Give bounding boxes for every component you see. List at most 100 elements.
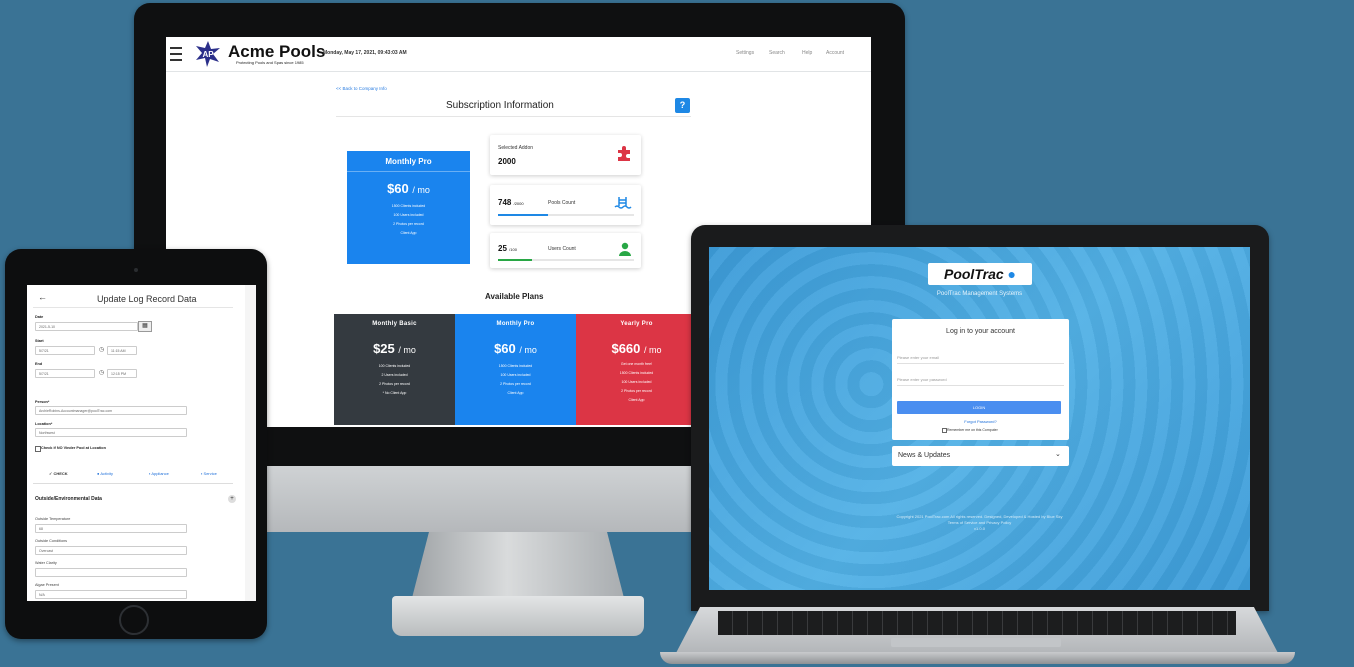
pools-count-value: 748 /2000	[498, 198, 524, 207]
remember-me-label: Remember me on this Computer	[947, 428, 998, 432]
nav-help[interactable]: Help	[802, 50, 812, 56]
tab-activity[interactable]: ● Activity	[97, 471, 113, 476]
person-select[interactable]: ArchieRobins-Accountmanager@poolTrac.com	[35, 406, 187, 415]
footer: Copyright 2021 PoolTrac.com All rights r…	[849, 514, 1110, 532]
tab-appliance[interactable]: ▪ Appliance	[149, 471, 169, 476]
end-date-input[interactable]: 5/7/21	[35, 369, 95, 378]
plan-feature: Client App	[628, 398, 645, 402]
water-clarity-label: Water Clarity	[35, 561, 57, 565]
title-divider	[33, 307, 233, 308]
expand-section-button[interactable]: +	[228, 495, 236, 503]
location-input[interactable]: Northwest	[35, 428, 187, 437]
plan-name: Monthly Pro	[496, 321, 535, 327]
puzzle-piece-icon	[618, 146, 630, 161]
plan-feature: 100 Users included	[621, 380, 652, 384]
tab-divider	[33, 483, 233, 484]
pools-count-label: Pools Count	[548, 200, 576, 206]
news-updates-label: News & Updates	[898, 452, 951, 459]
forgot-password-link[interactable]: Forgot Password?	[892, 419, 1069, 424]
selected-addon-label: Selected Addon	[498, 145, 534, 151]
plan-feature: 1500 Clients included	[619, 371, 654, 375]
help-button[interactable]: ?	[675, 98, 690, 113]
news-updates-accordion[interactable]: News & Updates ⌄	[892, 446, 1069, 466]
current-plan-feature: 2 Photos per record	[393, 222, 424, 226]
password-field[interactable]: Please enter your password	[897, 373, 1064, 386]
pools-count-progress	[498, 214, 634, 216]
monitor-stand-neck	[412, 532, 624, 598]
plan-monthly-pro[interactable]: Monthly Pro $60 / mo 1500 Clients includ…	[455, 314, 576, 425]
end-time-input[interactable]: 12:15 PM	[107, 369, 137, 378]
hamburger-menu-icon[interactable]	[170, 47, 182, 61]
plan-feature: * No Client App	[382, 391, 407, 395]
start-time-input[interactable]: 11:15 AM	[107, 346, 137, 355]
plan-name: Yearly Pro	[620, 321, 653, 327]
plan-monthly-basic[interactable]: Monthly Basic $25 / mo 100 Clients inclu…	[334, 314, 455, 425]
plan-feature: 2 Photos per record	[621, 389, 652, 393]
pooltrac-logo: PoolTrac ●	[928, 263, 1032, 285]
title-divider	[336, 116, 691, 117]
calendar-icon[interactable]: ▦	[138, 321, 152, 332]
current-plan-feature: 100 Users included	[393, 213, 424, 217]
water-clarity-select[interactable]	[35, 568, 187, 577]
plan-yearly-pro[interactable]: Yearly Pro $660 / mo Get one month free!…	[576, 314, 697, 425]
plan-feature: 2 Photos per record	[500, 382, 531, 386]
outside-conditions-select[interactable]: Overcast	[35, 546, 187, 555]
clock-icon: ◷	[99, 347, 105, 353]
login-button[interactable]: LOGIN	[897, 401, 1061, 414]
users-count-value: 25 /100	[498, 244, 517, 253]
location-label: Location*	[35, 422, 53, 426]
plan-feature: 2 Users included	[381, 373, 408, 377]
nav-settings[interactable]: Settings	[736, 50, 754, 56]
top-navbar: AP Acme Pools Protecting Pools and Spas …	[166, 37, 871, 72]
available-plans-title: Available Plans	[485, 292, 544, 301]
tablet-screen: ← Update Log Record Data Date 2021-5-10 …	[27, 285, 256, 601]
plan-price: $25 / mo	[373, 341, 416, 356]
users-count-label: Users Count	[548, 246, 576, 252]
plan-feature: 1500 Clients included	[498, 364, 533, 368]
footer-version: v1.0.0	[974, 526, 985, 531]
acme-pools-logo-icon[interactable]: AP	[194, 40, 222, 68]
outside-temperature-label: Outside Temperature	[35, 517, 71, 521]
nav-search[interactable]: Search	[769, 50, 785, 56]
person-label: Person*	[35, 400, 50, 404]
start-date-input[interactable]: 5/7/21	[35, 346, 95, 355]
current-plan-feature: 1500 Clients included	[391, 204, 426, 208]
page-title: Update Log Record Data	[97, 294, 197, 304]
outside-temperature-input[interactable]: 68	[35, 524, 187, 533]
current-plan-feature: Client App	[400, 231, 417, 235]
plan-price: $60 / mo	[494, 341, 537, 356]
app-subtitle: PoolTrac Management Systems	[936, 291, 1023, 297]
algae-present-select[interactable]: N/A	[35, 590, 187, 599]
monitor-stand-base	[392, 596, 644, 636]
pools-count-card: 748 /2000 Pools Count	[490, 185, 641, 225]
pool-ladder-icon	[614, 197, 632, 209]
plan-feature: 2 Photos per record	[379, 382, 410, 386]
start-label: Start	[35, 339, 44, 343]
selected-addon-card: Selected Addon 2000	[490, 135, 641, 175]
laptop-front-edge	[660, 652, 1295, 664]
section-title: Outside/Environmental Data	[35, 496, 102, 502]
current-plan-divider	[347, 171, 470, 172]
date-input[interactable]: 2021-5-10	[35, 322, 138, 331]
logo-text: AP	[202, 50, 214, 59]
water-drop-icon: ●	[1003, 266, 1016, 282]
nav-account[interactable]: Account	[826, 50, 844, 56]
current-date: Monday, May 17, 2021, 09:43:03 AM	[323, 50, 407, 56]
tab-check[interactable]: ✓ CHECK	[49, 471, 68, 476]
no-pool-checkbox-label: Check if NO Vinder Pool at Location	[41, 446, 106, 450]
scrollbar[interactable]	[245, 285, 256, 601]
current-plan-card: Monthly Pro $60 / mo 1500 Clients includ…	[347, 151, 470, 264]
date-label: Date	[35, 315, 44, 319]
login-title: Log in to your account	[946, 328, 1015, 335]
tablet-home-button	[119, 605, 149, 635]
users-count-progress-fill	[498, 259, 532, 261]
back-to-company-link[interactable]: << Back to Company Info	[336, 86, 387, 91]
back-arrow-icon[interactable]: ←	[38, 292, 47, 302]
brand-name: Acme Pools	[228, 42, 326, 61]
chevron-down-icon: ⌄	[1055, 451, 1061, 458]
plan-feature: Client App	[507, 391, 524, 395]
users-count-progress	[498, 259, 634, 261]
algae-present-label: Algae Present	[35, 583, 59, 587]
email-field[interactable]: Please enter your email	[897, 351, 1064, 364]
tab-service[interactable]: ▪ Service	[201, 471, 217, 476]
